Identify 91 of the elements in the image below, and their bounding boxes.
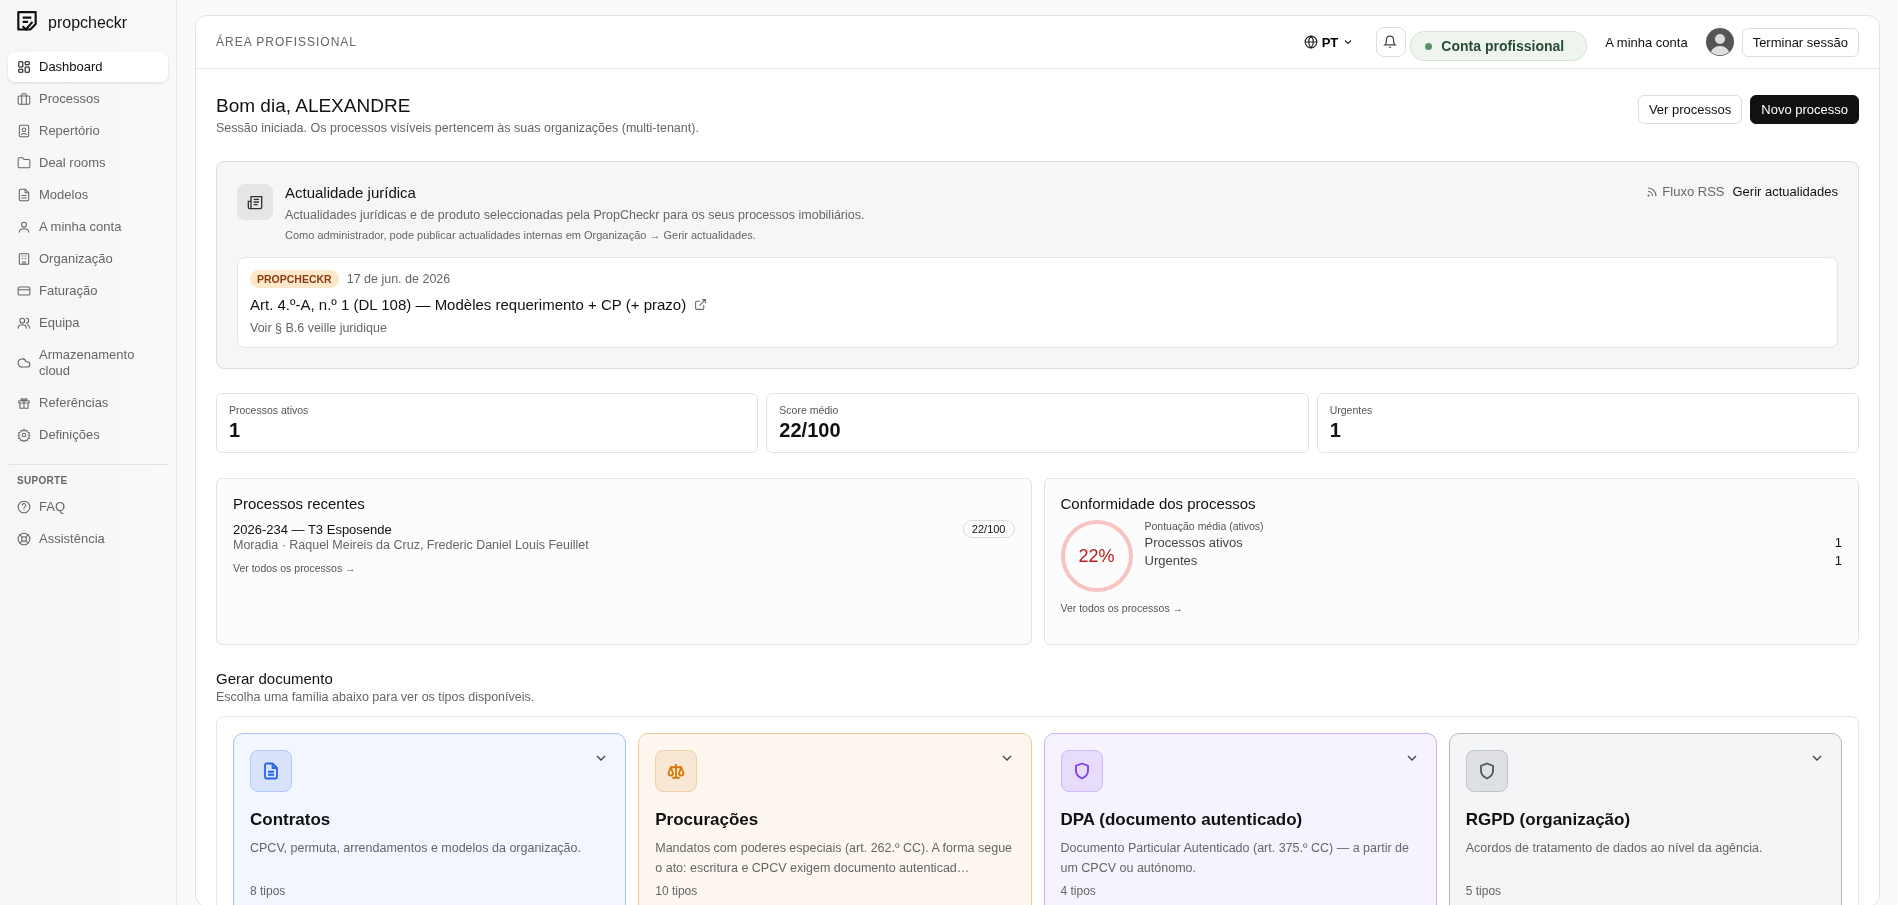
family-title: Contratos <box>250 810 332 830</box>
process-link[interactable]: 2026-234 — T3 Esposende <box>233 522 392 537</box>
rss-link[interactable]: Fluxo RSS <box>1646 184 1725 199</box>
metric-value: 1 <box>1834 535 1842 550</box>
document-family-card[interactable]: RGPD (organização) Acordos de tratamento de dados ao nível da agência. 5 tipos <box>1448 733 1842 905</box>
nav-item[interactable]: Repertório <box>8 116 168 146</box>
stat-value: 1 <box>229 419 242 442</box>
bell-icon <box>1383 35 1398 49</box>
family-description: CPCV, permuta, arrendamentos e modelos da organização. <box>250 840 582 857</box>
news-item-link[interactable]: Art. 4.º-A, n.º 1 (DL 108) — Modèles requerimento + CP (+ prazo) <box>250 296 1825 313</box>
nav-item[interactable]: Deal rooms <box>8 148 168 178</box>
panel-title: Processos recentes <box>233 495 366 512</box>
rss-icon <box>1646 185 1659 198</box>
folder-icon <box>17 156 31 170</box>
logout-button[interactable]: Terminar sessão <box>1741 27 1859 57</box>
nav-item[interactable]: Faturação <box>8 276 168 306</box>
section-title: ÁREA PROFISSIONAL <box>216 35 358 49</box>
metric-value: 1 <box>1834 553 1842 568</box>
document-family-card[interactable]: Procurações Mandatos com poderes especiais (art. 262.º CC). A forma segue o ato: escritura e CPCV exigem documento autenticad… 10 tipos <box>638 733 1032 905</box>
manage-news-link[interactable]: Gerir actualidades <box>1732 184 1838 199</box>
nav-item[interactable]: Definições <box>8 420 168 450</box>
nav-item[interactable]: Assistência <box>8 524 168 554</box>
lifebuoy-icon <box>17 532 31 546</box>
contact-book-icon <box>17 124 31 138</box>
family-title: DPA (documento autenticado) <box>1060 810 1304 830</box>
stat-label: Processos ativos <box>229 404 310 416</box>
type-count: 4 tipos <box>1060 884 1097 898</box>
newspaper-icon <box>237 184 273 220</box>
logo-text: propcheckr <box>48 14 128 32</box>
language-button[interactable]: PT <box>1297 33 1361 51</box>
external-link-icon <box>694 298 708 311</box>
view-all-link[interactable]: Ver todos os processos → <box>233 562 1015 574</box>
view-processes-button[interactable]: Ver processos <box>1637 95 1743 124</box>
stat-value: 1 <box>1329 419 1342 442</box>
news-title: Actualidade jurídica <box>285 184 417 201</box>
panel-title: Conformidade dos processos <box>1060 495 1257 512</box>
section-heading: SUPORTE <box>16 475 69 488</box>
notifications-button[interactable] <box>1376 27 1407 57</box>
stat-label: Score médio <box>779 404 840 416</box>
news-reference: Voir § B.6 veille juridique <box>250 321 388 335</box>
family-description: Acordos de tratamento de dados ao nível da agência. <box>1465 840 1764 857</box>
nav-item[interactable]: Equipa <box>8 308 168 338</box>
account-link[interactable]: A minha conta <box>1605 34 1688 50</box>
family-title: Procurações <box>655 810 760 830</box>
greeting-title: Bom dia, ALEXANDRE <box>216 95 412 117</box>
document-icon <box>17 188 31 202</box>
section-title: Gerar documento <box>216 670 334 687</box>
users-icon <box>17 316 31 330</box>
nav-item[interactable]: Processos <box>8 84 168 114</box>
family-title: RGPD (organização) <box>1465 810 1632 830</box>
credit-card-icon <box>17 284 31 298</box>
nav-item[interactable]: Dashboard <box>8 52 168 82</box>
source-tag: PROPCHECKR <box>250 270 339 288</box>
nav-item[interactable]: Organização <box>8 244 168 274</box>
nav-item[interactable]: Modelos <box>8 180 168 210</box>
building-icon <box>17 252 31 266</box>
gift-icon <box>17 396 31 410</box>
score-caption: Pontuação média (ativos) <box>1144 520 1265 532</box>
type-count: 10 tipos <box>655 884 699 898</box>
family-description: Documento Particular Autenticado (art. 375.º CC) — a partir de um CPCV ou autónomo. <box>1060 840 1410 877</box>
section-subtitle: Escolha uma família abaixo para ver os tipos disponíveis. <box>216 690 536 704</box>
news-date: 17 de jun. de 2026 <box>346 272 451 286</box>
stat-label: Urgentes <box>1329 404 1374 416</box>
document-family-card[interactable]: DPA (documento autenticado) Documento Particular Autenticado (art. 375.º CC) — a partir de um CPCV ou autónomo. 4 tipos <box>1043 733 1437 905</box>
admin-note: Como administrador, pode publicar actualidades internas em Organização → Gerir actualidades. <box>285 229 757 241</box>
metric-label: Urgentes <box>1144 553 1198 568</box>
globe-icon <box>1303 35 1318 49</box>
nav-item[interactable]: Armazenamento cloud <box>8 340 168 386</box>
process-detail: Moradia · Raquel Meireis da Cruz, Frederic Daniel Louis Feuillet <box>233 538 589 552</box>
type-count: 5 tipos <box>1465 884 1503 898</box>
greeting-subtitle: Sessão iniciada. Os processos visíveis pertencem às suas organizações (multi-tenant). <box>216 121 699 135</box>
cloud-icon <box>17 356 31 370</box>
settings-icon <box>17 428 31 442</box>
nav-item[interactable]: A minha conta <box>8 212 168 242</box>
family-description: Mandatos com poderes especiais (art. 262.º CC). A forma segue o ato: escritura e CPCV exigem documento autenticad… <box>655 840 1014 877</box>
help-icon <box>17 500 31 514</box>
nav-item[interactable]: Referências <box>8 388 168 418</box>
briefcase-icon <box>17 92 31 106</box>
account-type-badge: Conta profissional <box>1410 31 1588 61</box>
new-process-button[interactable]: Novo processo <box>1750 95 1859 124</box>
document-family-card[interactable]: Contratos CPCV, permuta, arrendamentos e modelos da organização. 8 tipos <box>233 733 627 905</box>
user-icon <box>17 220 31 234</box>
avatar-icon[interactable] <box>1705 28 1734 56</box>
grid-icon <box>17 60 31 74</box>
metric-label: Processos ativos <box>1144 535 1243 550</box>
score-ring: 22% <box>1060 520 1133 592</box>
nav-item[interactable]: FAQ <box>8 492 168 522</box>
news-description: Actualidades jurídicas e de produto seleccionadas pela PropCheckr para os seus processos imobiliários. <box>285 208 866 222</box>
view-all-link[interactable]: Ver todos os processos → <box>1060 602 1842 614</box>
type-count: 8 tipos <box>250 884 287 898</box>
stat-value: 22/100 <box>779 419 842 442</box>
